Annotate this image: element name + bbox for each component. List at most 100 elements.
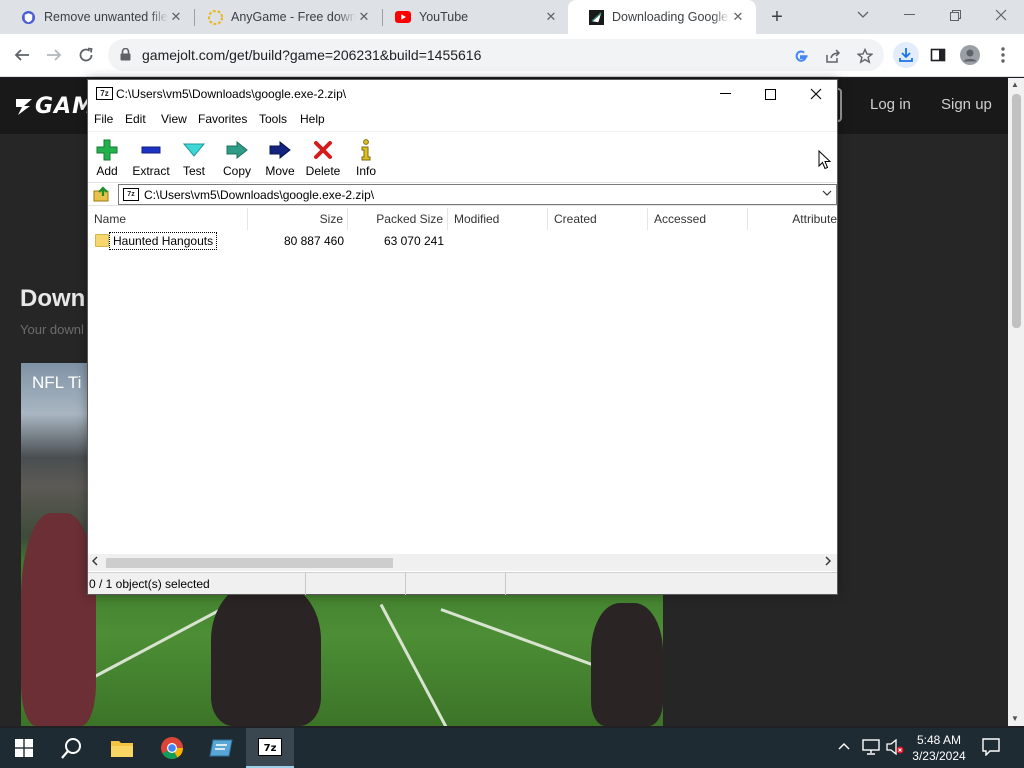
info-i-icon xyxy=(344,138,388,162)
login-link[interactable]: Log in xyxy=(870,96,911,113)
menu-tools[interactable]: Tools xyxy=(259,112,287,126)
person-figure xyxy=(21,513,96,726)
tab-downloading-google[interactable]: Downloading Google.e ✕ xyxy=(568,0,756,34)
menu-edit[interactable]: Edit xyxy=(125,112,146,126)
close-icon[interactable] xyxy=(793,80,839,108)
kebab-menu-icon[interactable] xyxy=(990,42,1016,68)
logo-text: GAM xyxy=(35,94,95,119)
scrollbar-thumb[interactable] xyxy=(1012,94,1021,328)
profile-avatar-icon[interactable] xyxy=(957,42,983,68)
column-size[interactable]: Size xyxy=(248,208,348,230)
menu-view[interactable]: View xyxy=(161,112,187,126)
gamejolt-logo[interactable]: GAM xyxy=(14,94,95,119)
taskbar-clock[interactable]: 5:48 AM 3/23/2024 xyxy=(904,732,974,764)
downloads-icon[interactable] xyxy=(893,42,919,68)
side-panel-icon[interactable] xyxy=(925,42,951,68)
red-x-delete-icon xyxy=(301,138,345,162)
svg-text:7z: 7z xyxy=(264,743,277,754)
tab-search-chevron-icon[interactable] xyxy=(840,0,886,30)
info-button[interactable]: Info xyxy=(344,135,388,181)
blue-move-arrow-icon xyxy=(258,138,302,162)
chrome-icon[interactable] xyxy=(148,728,196,768)
folder-icon xyxy=(95,234,109,247)
minimize-icon[interactable] xyxy=(886,0,932,30)
bookmark-star-icon[interactable] xyxy=(856,47,874,65)
youtube-favicon-icon xyxy=(395,9,411,25)
google-lens-g-icon[interactable] xyxy=(792,47,810,65)
teal-copy-arrow-icon xyxy=(215,138,259,162)
clock-date: 3/23/2024 xyxy=(912,749,966,763)
selection-status: 0 / 1 object(s) selected xyxy=(88,573,306,595)
scroll-down-arrow-icon[interactable]: ▼ xyxy=(1011,714,1019,723)
url-text: gamejolt.com/get/build?game=206231&build… xyxy=(142,47,482,63)
7zip-taskbar-icon[interactable]: 7z xyxy=(246,728,294,768)
field-line xyxy=(379,603,477,726)
page-scrollbar[interactable]: ▲ ▼ xyxy=(1008,78,1024,726)
share-icon[interactable] xyxy=(824,47,842,65)
windows-start-icon[interactable] xyxy=(0,728,48,768)
hscroll-thumb[interactable] xyxy=(106,558,393,568)
chevron-down-icon[interactable] xyxy=(822,188,832,199)
reload-icon[interactable] xyxy=(72,41,100,69)
7zip-title-bar[interactable]: 7z C:\Users\vm5\Downloads\google.exe-2.z… xyxy=(88,80,837,108)
status-bar: 0 / 1 object(s) selected xyxy=(88,572,837,595)
horizontal-scrollbar[interactable] xyxy=(88,554,837,571)
column-packed-size[interactable]: Packed Size xyxy=(348,208,448,230)
close-tab-icon[interactable]: ✕ xyxy=(730,9,746,25)
back-arrow-icon[interactable] xyxy=(8,41,36,69)
address-bar[interactable]: gamejolt.com/get/build?game=206231&build… xyxy=(108,39,884,71)
tab-remove-unwanted-files[interactable]: Remove unwanted files ✕ xyxy=(0,0,194,34)
anygame-favicon-icon xyxy=(207,9,223,25)
maximize-icon[interactable] xyxy=(747,80,793,108)
close-tab-icon[interactable]: ✕ xyxy=(356,9,372,25)
mouse-pointer-icon xyxy=(818,149,832,173)
tab-youtube[interactable]: YouTube ✕ xyxy=(375,0,569,34)
notification-center-icon[interactable] xyxy=(982,738,1000,759)
scroll-up-arrow-icon[interactable]: ▲ xyxy=(1011,80,1019,89)
info-label: Info xyxy=(355,164,376,178)
shield-favicon-icon xyxy=(20,9,36,25)
window-title: C:\Users\vm5\Downloads\google.exe-2.zip\ xyxy=(116,87,347,101)
new-tab-plus-icon[interactable]: + xyxy=(765,5,789,29)
restore-icon[interactable] xyxy=(932,0,978,30)
close-tab-icon[interactable]: ✕ xyxy=(543,9,559,25)
lightning-logo-icon xyxy=(16,99,32,115)
close-tab-icon[interactable]: ✕ xyxy=(168,9,184,25)
volume-muted-icon[interactable] xyxy=(886,738,904,758)
column-modified[interactable]: Modified xyxy=(448,208,548,230)
forward-arrow-icon[interactable] xyxy=(40,41,68,69)
gamejolt-favicon-icon xyxy=(588,9,604,25)
app-window-icon[interactable] xyxy=(197,728,245,768)
blue-minus-icon xyxy=(129,138,173,162)
folder-up-icon[interactable] xyxy=(93,186,111,205)
network-icon[interactable] xyxy=(862,739,880,758)
7zip-file-manager-window: 7z C:\Users\vm5\Downloads\google.exe-2.z… xyxy=(87,79,838,595)
menu-file[interactable]: File xyxy=(94,112,113,126)
table-row[interactable]: Haunted Hangouts 80 887 460 63 070 241 xyxy=(88,232,837,250)
7zip-archive-icon: 7z xyxy=(123,188,139,201)
file-packed-size: 63 070 241 xyxy=(383,234,444,248)
menu-help[interactable]: Help xyxy=(300,112,325,126)
column-attributes[interactable]: Attribute xyxy=(748,208,837,230)
cyan-check-icon xyxy=(172,138,216,162)
tab-title: Remove unwanted files xyxy=(44,10,168,24)
column-name[interactable]: Name xyxy=(88,208,248,230)
scroll-left-arrow-icon[interactable] xyxy=(92,556,98,569)
column-accessed[interactable]: Accessed xyxy=(648,208,748,230)
path-combobox[interactable]: 7z C:\Users\vm5\Downloads\google.exe-2.z… xyxy=(118,184,837,205)
person-figure xyxy=(211,583,321,726)
tab-anygame[interactable]: AnyGame - Free downl ✕ xyxy=(187,0,382,34)
file-name[interactable]: Haunted Hangouts xyxy=(109,232,218,250)
lock-icon[interactable] xyxy=(120,47,131,64)
column-created[interactable]: Created xyxy=(548,208,648,230)
file-explorer-icon[interactable] xyxy=(98,728,146,768)
signup-link[interactable]: Sign up xyxy=(941,96,992,113)
minimize-icon[interactable] xyxy=(702,80,748,108)
close-window-icon[interactable] xyxy=(978,0,1024,30)
menu-favorites[interactable]: Favorites xyxy=(198,112,247,126)
7zip-toolbar: Add Extract Test Copy Move Delete Info xyxy=(88,131,837,181)
path-text: C:\Users\vm5\Downloads\google.exe-2.zip\ xyxy=(144,188,375,202)
scroll-right-arrow-icon[interactable] xyxy=(825,556,831,569)
show-hidden-icons-chevron-icon[interactable] xyxy=(838,739,850,753)
search-icon[interactable] xyxy=(48,728,96,768)
